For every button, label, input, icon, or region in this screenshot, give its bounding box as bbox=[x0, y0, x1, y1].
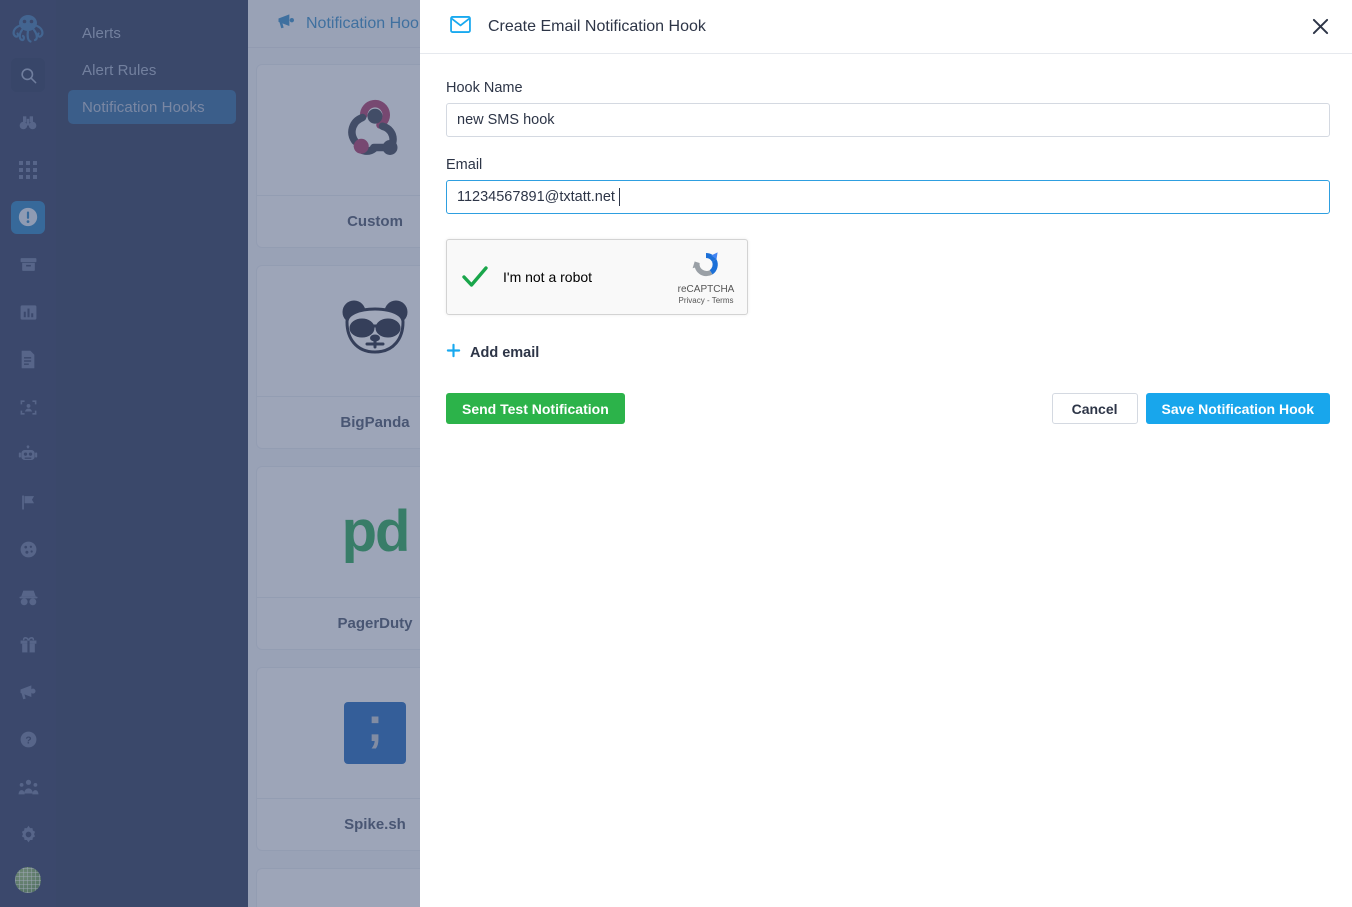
recaptcha-legal-links[interactable]: Privacy - Terms bbox=[679, 296, 734, 305]
hook-name-input[interactable] bbox=[446, 103, 1330, 137]
close-icon[interactable] bbox=[1306, 13, 1334, 41]
recaptcha-checkbox[interactable] bbox=[447, 264, 503, 290]
recaptcha-logo bbox=[692, 252, 718, 277]
recaptcha-widget[interactable]: I'm not a robot reCAPTCHA Privacy - Term… bbox=[446, 239, 748, 315]
text-caret bbox=[619, 188, 620, 206]
modal-header: Create Email Notification Hook bbox=[420, 0, 1352, 54]
send-test-notification-button[interactable]: Send Test Notification bbox=[446, 393, 625, 424]
add-email-label: Add email bbox=[470, 345, 540, 361]
app-root: ? Alerts bbox=[0, 0, 1352, 907]
modal-body: Hook Name Email I'm not a robot bbox=[420, 54, 1352, 424]
email-label: Email bbox=[446, 157, 483, 173]
hook-name-field-group: Hook Name bbox=[446, 80, 1330, 137]
modal-title: Create Email Notification Hook bbox=[488, 17, 706, 35]
save-notification-hook-button[interactable]: Save Notification Hook bbox=[1145, 393, 1330, 424]
recaptcha-brand-name: reCAPTCHA bbox=[677, 284, 735, 295]
recaptcha-brand: reCAPTCHA Privacy - Terms bbox=[671, 249, 747, 305]
modal-actions: Send Test Notification Cancel Save Notif… bbox=[446, 393, 1330, 424]
email-input[interactable] bbox=[446, 180, 1330, 214]
envelope-icon bbox=[450, 15, 471, 38]
add-email-button[interactable]: Add email bbox=[446, 343, 539, 363]
green-check-icon bbox=[462, 266, 488, 287]
recaptcha-label: I'm not a robot bbox=[503, 269, 593, 285]
email-input-wrap bbox=[446, 180, 1330, 214]
create-email-notification-hook-modal: Create Email Notification Hook Hook Name… bbox=[420, 0, 1352, 907]
hook-name-label: Hook Name bbox=[446, 80, 523, 96]
cancel-button[interactable]: Cancel bbox=[1051, 393, 1138, 424]
plus-icon bbox=[446, 343, 461, 363]
email-field-group: Email bbox=[446, 157, 1330, 214]
